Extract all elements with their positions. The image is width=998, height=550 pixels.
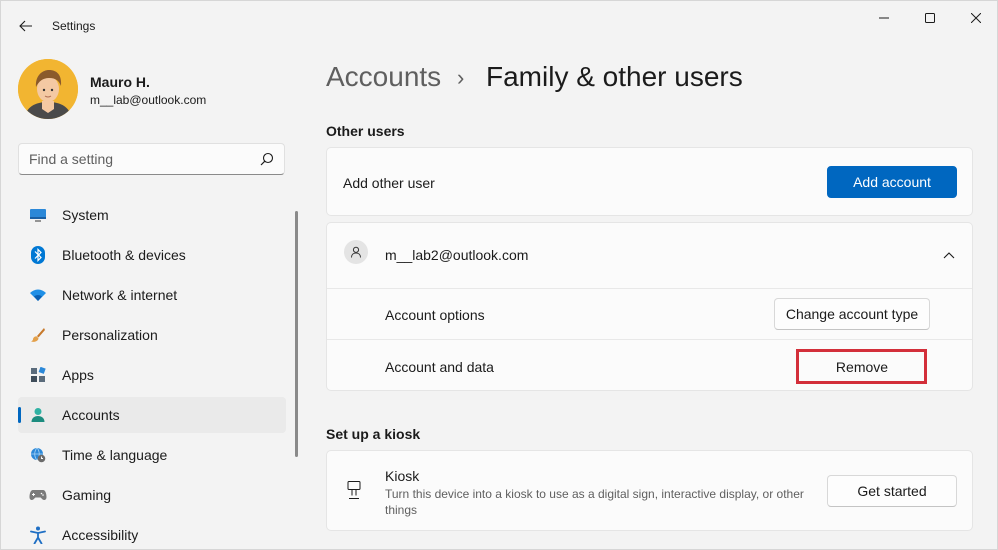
kiosk-heading: Set up a kiosk bbox=[326, 426, 421, 442]
search-input[interactable] bbox=[29, 150, 249, 168]
avatar[interactable] bbox=[18, 59, 78, 119]
gamepad-icon bbox=[29, 486, 47, 504]
maximize-icon bbox=[925, 13, 935, 23]
minimize-icon bbox=[879, 17, 889, 19]
globe-clock-icon bbox=[29, 446, 47, 464]
page-title: Family & other users bbox=[486, 61, 743, 92]
close-icon bbox=[971, 13, 981, 23]
maximize-button[interactable] bbox=[907, 1, 953, 35]
kiosk-icon bbox=[347, 481, 361, 499]
search-box[interactable] bbox=[18, 143, 285, 175]
sidebar-item-label: Gaming bbox=[62, 487, 112, 503]
kiosk-title: Kiosk bbox=[385, 468, 420, 484]
wifi-icon bbox=[29, 286, 47, 304]
back-button[interactable] bbox=[11, 11, 41, 41]
user-email: m__lab2@outlook.com bbox=[385, 247, 529, 263]
sidebar-item-label: Personalization bbox=[62, 327, 158, 343]
remove-highlight-box bbox=[796, 349, 927, 384]
accessibility-icon bbox=[29, 526, 47, 544]
sidebar-item-gaming[interactable]: Gaming bbox=[18, 477, 286, 513]
account-and-data-label: Account and data bbox=[385, 359, 494, 375]
profile-name: Mauro H. bbox=[90, 74, 150, 90]
add-other-user-card: Add other user Add account bbox=[326, 147, 973, 216]
add-account-button[interactable]: Add account bbox=[827, 166, 957, 198]
divider bbox=[327, 339, 972, 340]
other-users-heading: Other users bbox=[326, 123, 405, 139]
user-card-header[interactable]: m__lab2@outlook.com bbox=[327, 223, 972, 288]
minimize-button[interactable] bbox=[861, 1, 907, 35]
sidebar-item-label: System bbox=[62, 207, 109, 223]
close-button[interactable] bbox=[953, 1, 997, 35]
breadcrumb-separator: › bbox=[457, 65, 465, 90]
back-arrow-icon bbox=[19, 20, 32, 32]
sidebar-item-bluetooth[interactable]: Bluetooth & devices bbox=[18, 237, 286, 273]
sidebar-item-accessibility[interactable]: Accessibility bbox=[18, 517, 286, 549]
brush-icon bbox=[29, 326, 47, 344]
search-icon[interactable] bbox=[260, 152, 274, 166]
sidebar-item-label: Accessibility bbox=[62, 527, 139, 543]
apps-icon bbox=[29, 366, 47, 384]
sidebar-item-personalization[interactable]: Personalization bbox=[18, 317, 286, 353]
sidebar-item-label: Bluetooth & devices bbox=[62, 247, 186, 263]
add-other-user-label: Add other user bbox=[343, 175, 435, 191]
divider bbox=[327, 288, 972, 289]
sidebar-item-system[interactable]: System bbox=[18, 197, 286, 233]
sidebar-item-apps[interactable]: Apps bbox=[18, 357, 286, 393]
profile-email: m__lab@outlook.com bbox=[90, 93, 207, 107]
change-account-type-button[interactable]: Change account type bbox=[774, 298, 930, 330]
sidebar-item-label: Apps bbox=[62, 367, 94, 383]
person-icon bbox=[29, 406, 47, 424]
get-started-button[interactable]: Get started bbox=[827, 475, 957, 507]
breadcrumb-parent[interactable]: Accounts bbox=[326, 61, 441, 93]
sidebar-item-accounts[interactable]: Accounts bbox=[18, 397, 286, 433]
bluetooth-icon bbox=[29, 246, 47, 264]
sidebar-nav: System Bluetooth & devices Network & int… bbox=[18, 197, 286, 549]
user-icon bbox=[344, 240, 368, 264]
sidebar-scrollbar[interactable] bbox=[295, 211, 298, 457]
sidebar-item-label: Accounts bbox=[62, 407, 120, 423]
sidebar-item-time-language[interactable]: Time & language bbox=[18, 437, 286, 473]
app-title: Settings bbox=[52, 19, 96, 33]
sidebar-item-label: Time & language bbox=[62, 447, 168, 463]
sidebar-item-label: Network & internet bbox=[62, 287, 178, 303]
chevron-up-icon[interactable] bbox=[943, 251, 955, 259]
monitor-icon bbox=[29, 206, 47, 224]
title-bar: Settings bbox=[1, 1, 997, 49]
account-options-label: Account options bbox=[385, 307, 485, 323]
kiosk-description: Turn this device into a kiosk to use as … bbox=[385, 487, 804, 517]
sidebar-item-network[interactable]: Network & internet bbox=[18, 277, 286, 313]
user-avatar-icon bbox=[18, 59, 78, 119]
settings-window: Settings Mauro H. m__lab@outlook.com Fin… bbox=[0, 0, 998, 550]
kiosk-card: Kiosk Turn this device into a kiosk to u… bbox=[326, 450, 973, 531]
